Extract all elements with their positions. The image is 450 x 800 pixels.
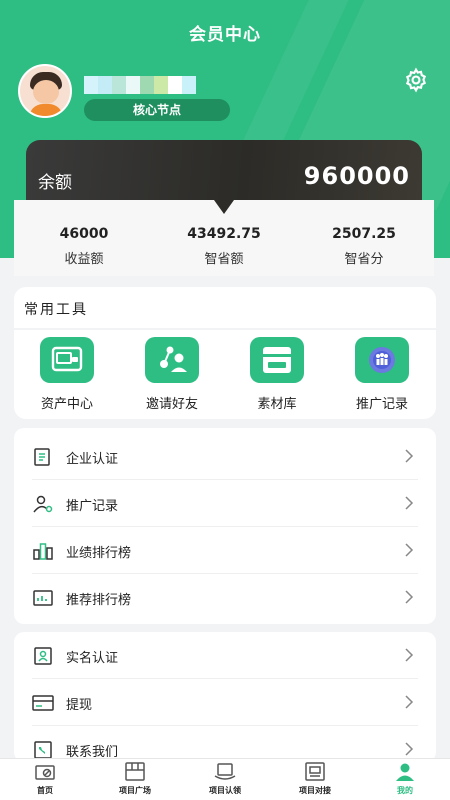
tab-project-docking[interactable]: 项目对接 bbox=[270, 759, 360, 800]
common-tools-card: 常用工具 资产中心 邀请好友 素材库 推广记录 bbox=[14, 287, 436, 419]
certificate-icon bbox=[34, 448, 50, 466]
tool-invite-friends[interactable]: 邀请好友 bbox=[122, 337, 222, 412]
stat-income: 46000 收益额 bbox=[14, 226, 154, 267]
contact-icon bbox=[34, 741, 52, 759]
stats-panel: 46000 收益额 43492.75 智省额 2507.25 智省分 bbox=[14, 200, 434, 276]
tab-mine[interactable]: 我的 bbox=[360, 759, 450, 800]
balance-value: 960000 bbox=[303, 162, 410, 190]
docking-icon bbox=[305, 762, 325, 781]
tool-material-library[interactable]: 素材库 bbox=[227, 337, 327, 412]
menu-group-2: 实名认证 提现 联系我们 bbox=[14, 632, 436, 762]
menu-item-label: 实名认证 bbox=[66, 651, 119, 666]
chart-ranking-icon bbox=[33, 590, 53, 606]
stat-saved-amount: 43492.75 智省额 bbox=[154, 226, 294, 267]
square-icon bbox=[125, 762, 145, 781]
menu-item-label: 推广记录 bbox=[66, 499, 119, 514]
home-icon bbox=[35, 765, 55, 780]
stat-value: 46000 bbox=[59, 226, 109, 242]
settings-gear-icon[interactable] bbox=[403, 67, 429, 93]
chevron-right-icon bbox=[405, 496, 414, 510]
chevron-right-icon bbox=[405, 695, 414, 709]
stat-label: 收益额 bbox=[64, 252, 104, 267]
menu-item-performance-ranking[interactable]: 业绩排行榜 bbox=[14, 527, 436, 574]
tab-project-claim[interactable]: 项目认领 bbox=[180, 759, 270, 800]
tab-home[interactable]: 首页 bbox=[0, 759, 90, 800]
menu-item-label: 推荐排行榜 bbox=[66, 593, 132, 608]
tab-label: 我的 bbox=[397, 786, 413, 795]
tool-label: 资产中心 bbox=[40, 397, 93, 412]
stat-value: 43492.75 bbox=[187, 226, 261, 242]
tab-label: 项目认领 bbox=[209, 786, 241, 795]
stat-saved-points: 2507.25 智省分 bbox=[294, 226, 434, 267]
chevron-right-icon bbox=[405, 742, 414, 756]
claim-icon bbox=[214, 763, 236, 780]
username-tile bbox=[168, 76, 182, 94]
stat-label: 智省分 bbox=[344, 252, 384, 267]
menu-item-label: 提现 bbox=[66, 698, 93, 713]
wallet-icon bbox=[40, 337, 94, 383]
username-tile bbox=[126, 76, 140, 94]
menu-item-label: 企业认证 bbox=[66, 452, 119, 467]
menu-item-enterprise-certification[interactable]: 企业认证 bbox=[14, 433, 436, 480]
page-title: 会员中心 bbox=[189, 25, 261, 45]
tool-promotion-records[interactable]: 推广记录 bbox=[332, 337, 432, 412]
chevron-right-icon bbox=[405, 648, 414, 662]
menu-item-referral-ranking[interactable]: 推荐排行榜 bbox=[14, 574, 436, 621]
username-tile bbox=[84, 76, 98, 94]
share-user-icon bbox=[33, 495, 53, 513]
stat-label: 智省额 bbox=[204, 252, 244, 267]
tools-title: 常用工具 bbox=[24, 302, 88, 318]
tool-label: 素材库 bbox=[257, 397, 297, 412]
tab-label: 项目广场 bbox=[119, 786, 151, 795]
tab-label: 首页 bbox=[37, 786, 53, 795]
menu-item-promotion-records[interactable]: 推广记录 bbox=[14, 480, 436, 527]
bottom-tab-bar: 首页 项目广场 项目认领 项目对接 我的 bbox=[0, 758, 450, 800]
store-icon bbox=[250, 337, 304, 383]
username-redacted bbox=[84, 76, 196, 94]
card-icon bbox=[32, 695, 54, 711]
balance-label: 余额 bbox=[38, 173, 72, 193]
divider bbox=[14, 328, 436, 330]
menu-item-real-name-verification[interactable]: 实名认证 bbox=[14, 632, 436, 679]
username-tile bbox=[112, 76, 126, 94]
avatar[interactable] bbox=[18, 64, 72, 118]
tool-label: 推广记录 bbox=[355, 397, 408, 412]
tool-label: 邀请好友 bbox=[145, 397, 198, 412]
people-icon bbox=[355, 337, 409, 383]
tab-project-square[interactable]: 项目广场 bbox=[90, 759, 180, 800]
id-card-icon bbox=[34, 647, 52, 665]
user-icon bbox=[396, 763, 414, 781]
username-tile bbox=[98, 76, 112, 94]
chevron-right-icon bbox=[405, 449, 414, 463]
stat-value: 2507.25 bbox=[332, 226, 396, 242]
menu-group-1: 企业认证 推广记录 业绩排行榜 推荐排行榜 bbox=[14, 428, 436, 624]
tool-asset-center[interactable]: 资产中心 bbox=[17, 337, 117, 412]
menu-item-label: 业绩排行榜 bbox=[66, 546, 132, 561]
username-tile bbox=[140, 76, 154, 94]
chevron-right-icon bbox=[405, 590, 414, 604]
username-tile bbox=[154, 76, 168, 94]
username-tile bbox=[182, 76, 196, 94]
chevron-right-icon bbox=[405, 543, 414, 557]
menu-item-withdraw[interactable]: 提现 bbox=[14, 679, 436, 726]
bar-ranking-icon bbox=[33, 543, 53, 560]
level-badge: 核心节点 bbox=[84, 99, 230, 121]
tab-label: 项目对接 bbox=[299, 786, 331, 795]
invite-friends-icon bbox=[145, 337, 199, 383]
